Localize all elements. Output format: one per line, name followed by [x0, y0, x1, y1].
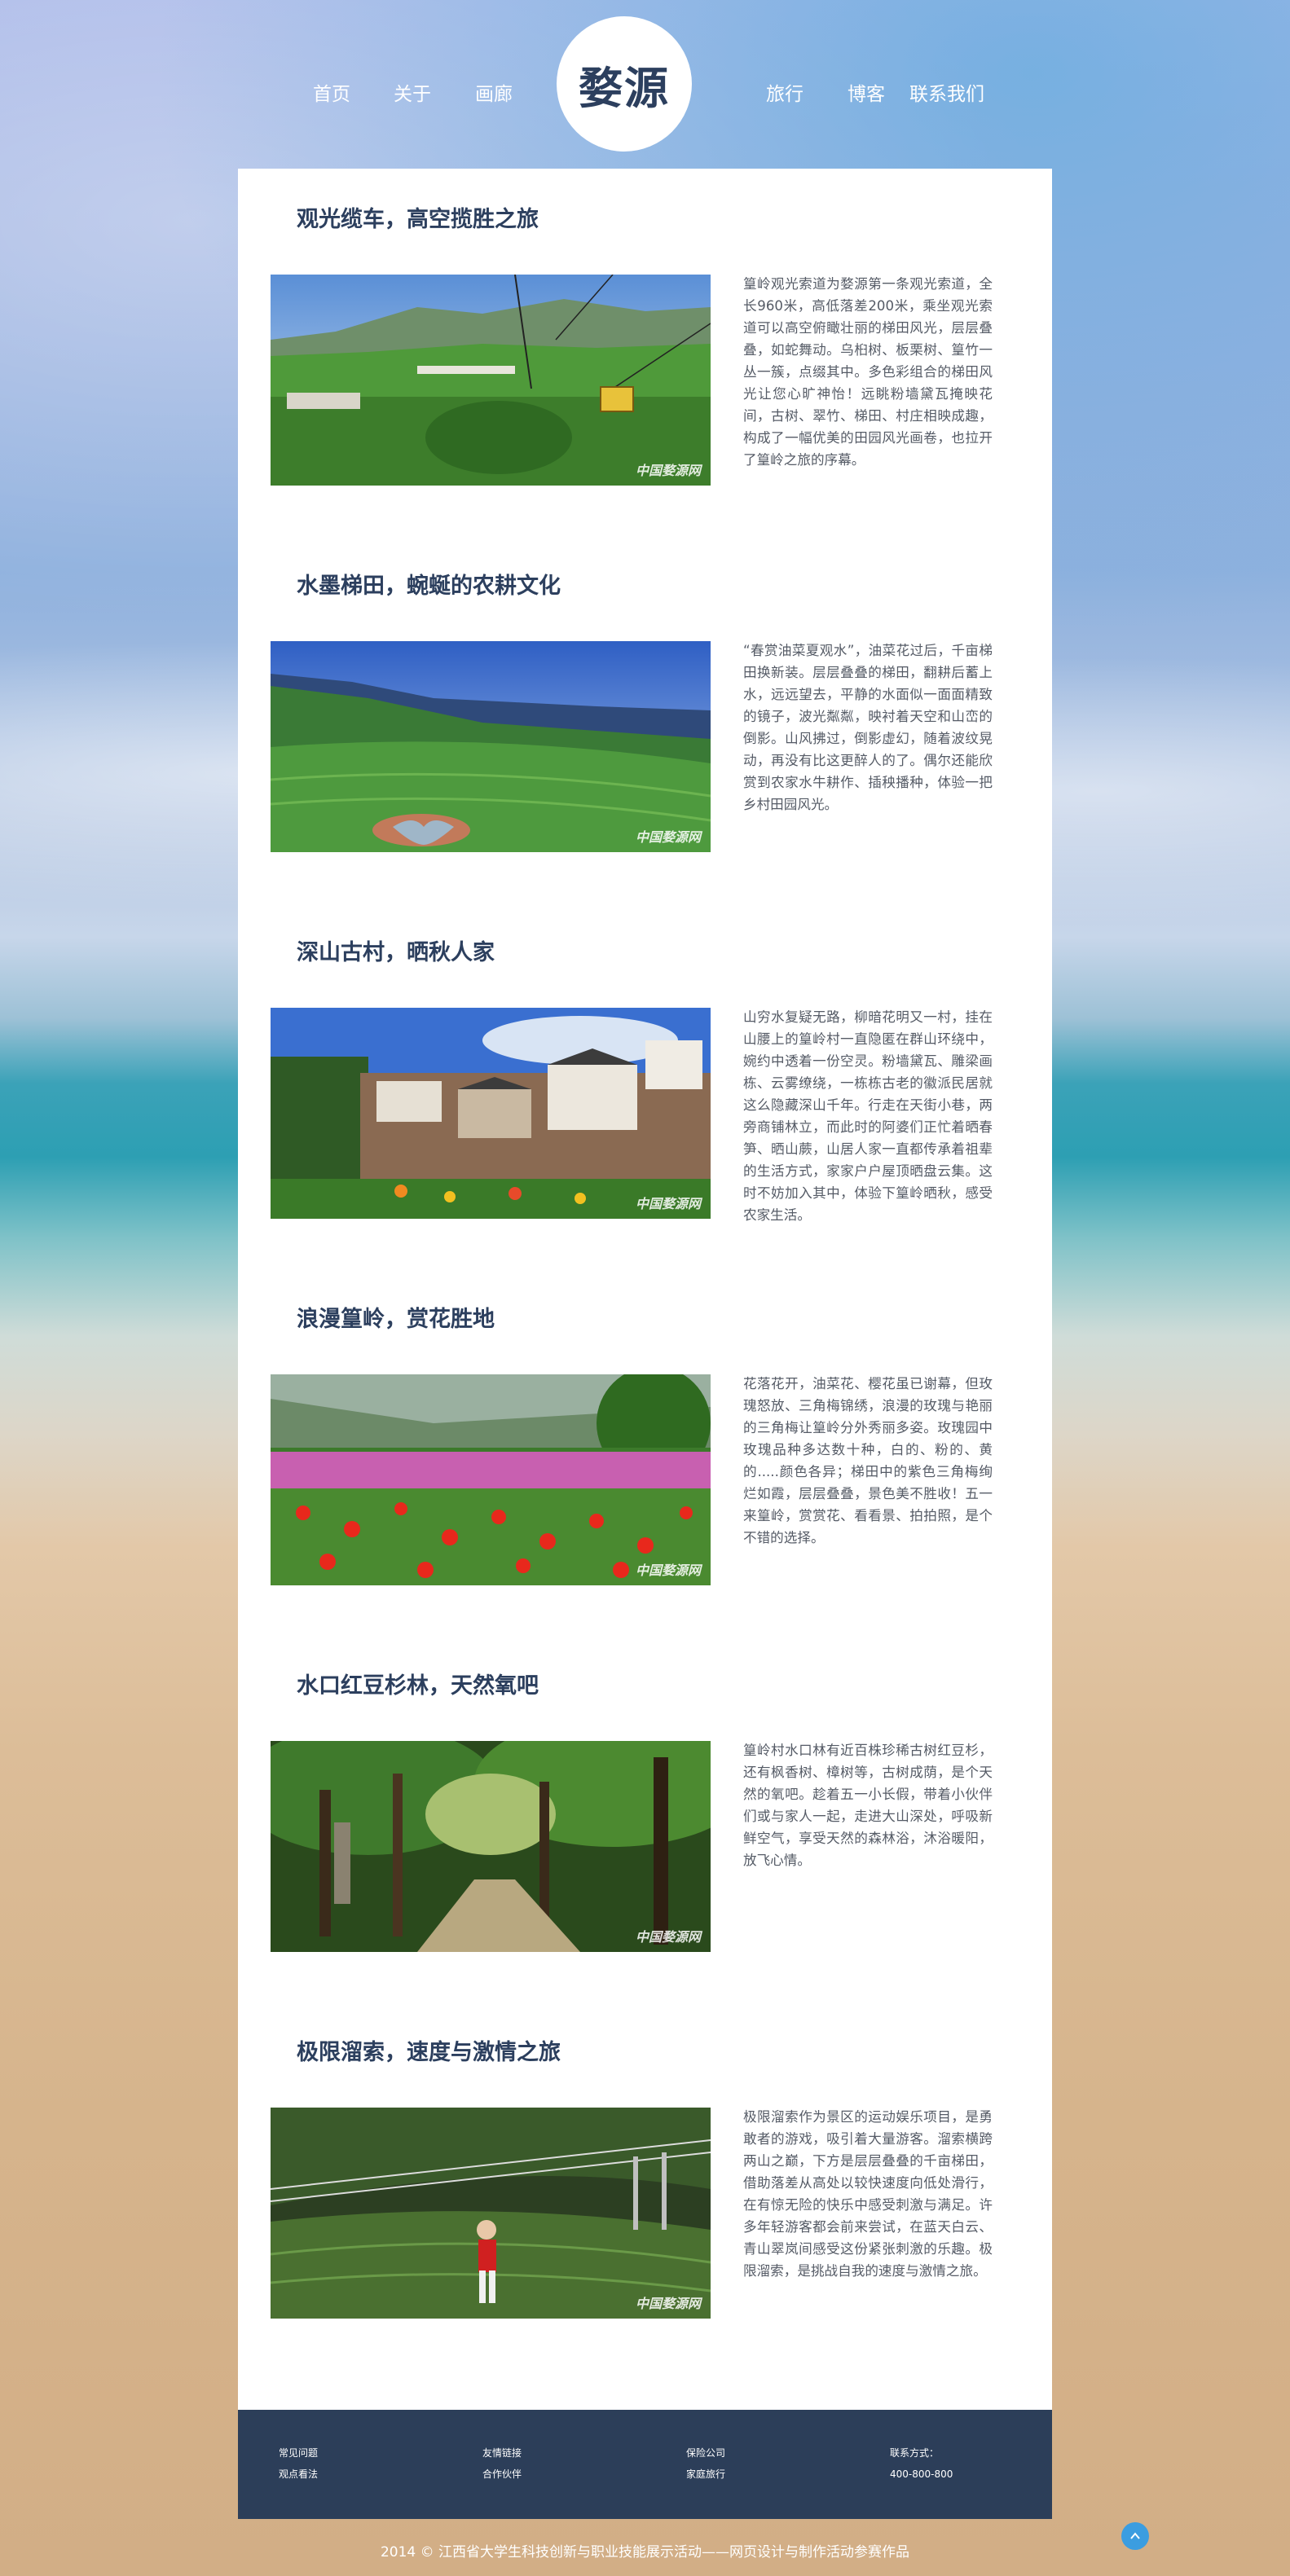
photo-watermark: 中国婺源网	[635, 1929, 701, 1945]
section-zipline: 极限溜索，速度与激情之旅 中国婺源网 极限溜索作为景区的运动娱乐项目，是勇敢者的…	[238, 2002, 1052, 2368]
photo-watermark: 中国婺源网	[635, 829, 701, 845]
photo-watermark: 中国婺源网	[635, 2296, 701, 2311]
footer-link-friends[interactable]: 友情链接	[482, 2442, 522, 2464]
site-logo[interactable]: 婺源	[557, 16, 692, 152]
photo-flowers[interactable]: 中国婺源网	[271, 1374, 711, 1585]
footer-column-contact: 联系方式： 400-800-800	[890, 2442, 953, 2485]
section-title: 极限溜索，速度与激情之旅	[297, 2040, 561, 2065]
photo-ancient-village[interactable]: 中国婺源网	[271, 1008, 711, 1219]
section-title: 浪漫篁岭，赏花胜地	[297, 1307, 495, 1332]
nav-about[interactable]: 关于	[394, 78, 431, 106]
nav-contact[interactable]: 联系我们	[909, 78, 984, 106]
logo-text: 婺源	[579, 61, 670, 114]
nav-home[interactable]: 首页	[313, 78, 350, 106]
footer-contact-phone[interactable]: 400-800-800	[890, 2464, 953, 2485]
nav-travel[interactable]: 旅行	[766, 78, 803, 106]
section-text: 篁岭观光索道为婺源第一条观光索道，全长960米，高低落差200米，乘坐观光索道可…	[743, 276, 993, 468]
footer-link-faq[interactable]: 常见问题	[279, 2442, 318, 2464]
section-title: 观光缆车，高空揽胜之旅	[297, 207, 539, 232]
section-cable-car: 观光缆车，高空揽胜之旅 中国婺源网 篁岭观光索道为婺源第一条观光索道，全长960…	[238, 169, 1052, 535]
photo-watermark: 中国婺源网	[635, 1563, 701, 1578]
footer-contact-label: 联系方式：	[890, 2447, 940, 2459]
section-water-terraces: 水墨梯田，蜿蜒的农耕文化 中国婺源网 “春赏油菜夏观水”，油菜花过后，千亩梯田换…	[238, 535, 1052, 902]
copyright-text: 2014 © 江西省大学生科技创新与职业技能展示活动——网页设计与制作活动参赛作…	[380, 2544, 910, 2561]
section-text: 极限溜索作为景区的运动娱乐项目，是勇敢者的游戏，吸引着大量游客。溜索横跨两山之巅…	[743, 2109, 993, 2279]
section-flowers: 浪漫篁岭，赏花胜地 中国婺源网 花落花开，油菜花、樱花虽已谢幕，但玫瑰怒放、三角…	[238, 1268, 1052, 1635]
section-text: 花落花开，油菜花、樱花虽已谢幕，但玫瑰怒放、三角梅锦绣，浪漫的玫瑰与艳丽的三角梅…	[743, 1376, 993, 1545]
section-yew-forest: 水口红豆杉林，天然氧吧 中国婺源网 篁岭村水口林有近百株珍稀古树红豆杉，还有枫香…	[238, 1635, 1052, 2002]
photo-water-terraces[interactable]: 中国婺源网	[271, 641, 711, 852]
footer-link-family-travel[interactable]: 家庭旅行	[686, 2464, 725, 2485]
footer-link-opinions[interactable]: 观点看法	[279, 2464, 318, 2485]
back-to-top-button[interactable]	[1121, 2522, 1149, 2550]
photo-watermark: 中国婺源网	[635, 1196, 701, 1211]
photo-zipline[interactable]: 中国婺源网	[271, 2108, 711, 2319]
section-text: 山穷水复疑无路，柳暗花明又一村，挂在山腰上的篁岭村一直隐匿在群山环绕中，婉约中透…	[743, 1009, 993, 1223]
photo-watermark: 中国婺源网	[635, 463, 701, 478]
photo-yew-forest[interactable]: 中国婺源网	[271, 1741, 711, 1952]
section-text: 篁岭村水口林有近百株珍稀古树红豆杉，还有枫香树、樟树等，古树成荫，是个天然的氧吧…	[743, 1743, 993, 1868]
footer-column-help: 常见问题 观点看法	[279, 2442, 318, 2485]
section-ancient-village: 深山古村，晒秋人家 中国婺源网 山穷水复疑无路，柳暗花明又一村，挂在山腰上的篁岭…	[238, 902, 1052, 1268]
chevron-up-icon	[1130, 2532, 1140, 2539]
section-title: 水墨梯田，蜿蜒的农耕文化	[297, 574, 561, 599]
section-text: “春赏油菜夏观水”，油菜花过后，千亩梯田换新装。层层叠叠的梯田，翻耕后蓄上水，远…	[743, 643, 993, 812]
footer-link-partners[interactable]: 合作伙伴	[482, 2464, 522, 2485]
nav-blog[interactable]: 博客	[848, 78, 885, 106]
photo-cable-car[interactable]: 中国婺源网	[271, 275, 711, 486]
footer-link-insurance[interactable]: 保险公司	[686, 2442, 725, 2464]
content-panel: 观光缆车，高空揽胜之旅 中国婺源网 篁岭观光索道为婺源第一条观光索道，全长960…	[238, 169, 1052, 2411]
section-title: 深山古村，晒秋人家	[297, 940, 495, 965]
site-footer: 常见问题 观点看法 友情链接 合作伙伴 保险公司 家庭旅行 联系方式： 400-…	[238, 2410, 1052, 2519]
footer-column-services: 保险公司 家庭旅行	[686, 2442, 725, 2485]
footer-column-links: 友情链接 合作伙伴	[482, 2442, 522, 2485]
nav-gallery[interactable]: 画廊	[475, 78, 513, 106]
section-title: 水口红豆杉林，天然氧吧	[297, 1673, 539, 1699]
